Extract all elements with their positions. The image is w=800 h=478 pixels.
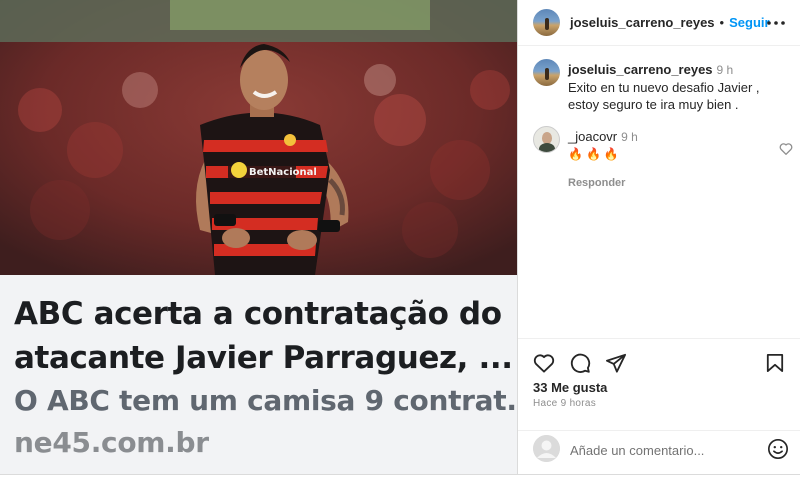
post-timestamp: Hace 9 horas xyxy=(533,398,597,409)
headline-line-2: atacante Javier Parraguez, ... xyxy=(14,340,513,376)
likes-count[interactable]: 33 Me gusta xyxy=(533,380,607,395)
header-separator: • xyxy=(719,15,725,30)
caption-time[interactable]: 9 h xyxy=(717,63,734,77)
post-header: joseluis_carreno_reyes • Seguir xyxy=(518,0,800,46)
author-username[interactable]: joseluis_carreno_reyes xyxy=(570,15,715,30)
author-avatar[interactable] xyxy=(533,9,560,36)
post-photo: BetNacional xyxy=(0,0,517,275)
instagram-post: BetNacional ABC acerta a contratação do … xyxy=(0,0,800,478)
comment-body: _joacovr 9 h 🔥🔥🔥 Responder xyxy=(568,128,780,192)
link-domain[interactable]: ne45.com.br xyxy=(14,426,209,459)
emoji-icon[interactable] xyxy=(767,438,789,465)
post-actions: 33 Me gusta Hace 9 horas xyxy=(518,338,800,430)
comment-username[interactable]: _joacovr xyxy=(568,129,617,144)
comments-section: joseluis_carreno_reyes 9 h Exito en tu nu… xyxy=(518,47,800,337)
comment-time[interactable]: 9 h xyxy=(621,130,638,144)
comment-text: 🔥🔥🔥 xyxy=(568,147,622,161)
caption-author-avatar[interactable] xyxy=(533,59,560,86)
post-media[interactable]: BetNacional ABC acerta a contratação do … xyxy=(0,0,517,474)
bottom-divider xyxy=(0,474,800,478)
jersey-sponsor: BetNacional xyxy=(249,167,317,178)
share-icon[interactable] xyxy=(604,351,628,375)
reply-button[interactable]: Responder xyxy=(568,175,780,192)
comment-item: _joacovr 9 h 🔥🔥🔥 Responder xyxy=(533,126,793,189)
action-icons xyxy=(532,351,628,375)
comment-like-heart-icon[interactable] xyxy=(779,142,793,160)
post-side-panel: joseluis_carreno_reyes • Seguir joseluis… xyxy=(517,0,800,474)
comment-input[interactable] xyxy=(570,439,760,461)
caption-body: joseluis_carreno_reyes 9 h Exito en tu nu… xyxy=(568,61,780,113)
more-options-icon[interactable] xyxy=(765,12,787,34)
heart-icon[interactable] xyxy=(532,351,556,375)
follow-button[interactable]: Seguir xyxy=(729,15,769,30)
commenter-avatar[interactable] xyxy=(533,126,560,153)
add-comment-bar xyxy=(518,430,800,474)
current-user-avatar xyxy=(533,435,560,462)
bookmark-icon[interactable] xyxy=(763,351,787,375)
comment-icon[interactable] xyxy=(568,351,592,375)
link-headline[interactable]: ABC acerta a contratação do atacante Jav… xyxy=(14,292,513,380)
football-player-image: BetNacional xyxy=(0,0,517,275)
headline-line-1: ABC acerta a contratação do xyxy=(14,296,502,332)
link-description: O ABC tem um camisa 9 contrat... xyxy=(14,384,517,417)
caption-text: Exito en tu nuevo desafio Javier , estoy… xyxy=(568,80,760,112)
caption-username[interactable]: joseluis_carreno_reyes xyxy=(568,62,713,77)
